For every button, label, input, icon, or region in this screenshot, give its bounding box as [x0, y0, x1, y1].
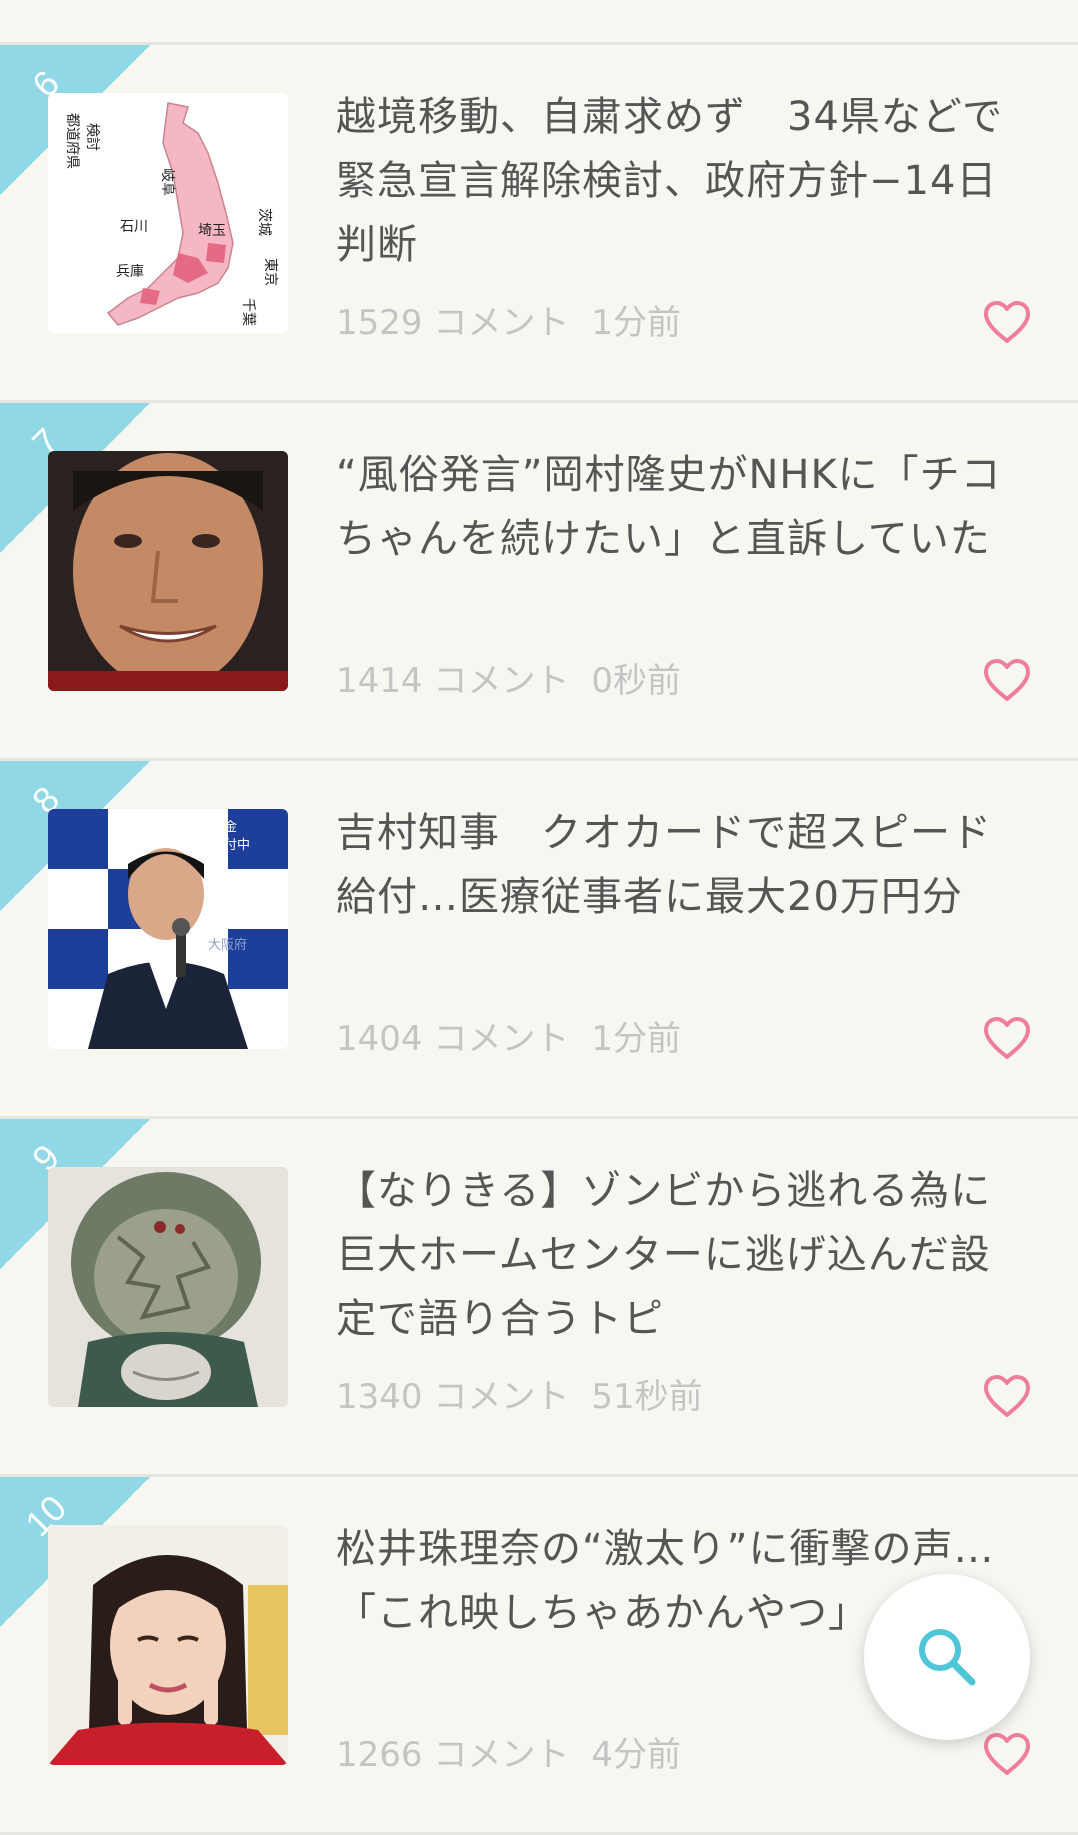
topic-thumbnail[interactable] [48, 451, 288, 691]
favorite-button[interactable] [982, 1731, 1032, 1777]
map-label: 茨城 [256, 208, 272, 236]
topic-thumbnail[interactable]: 検討 都道府県 岐阜 石川 埼玉 茨城 東京 兵庫 千葉 [48, 93, 288, 333]
comment-count: 1414 コメント [336, 661, 570, 701]
backdrop-text: 護受付中 [198, 837, 250, 853]
map-label: 岐阜 [159, 168, 176, 196]
comment-count: 1340 コメント [336, 1377, 570, 1417]
topic-meta: 1404 コメント 1分前 [336, 1011, 681, 1060]
favorite-button[interactable] [982, 299, 1032, 345]
topic-meta: 1414 コメント 0秒前 [336, 653, 681, 702]
topic-title[interactable]: 【なりきる】ゾンビから逃れる為に巨大ホームセンターに逃げ込んだ設定で語り合うトピ [336, 1159, 1016, 1351]
map-label: 東京 [262, 258, 278, 286]
favorite-button[interactable] [982, 657, 1032, 703]
topic-item[interactable]: 9 【なりきる】ゾンビから逃れる為に巨大ホームセンターに逃げ込んだ設定で語り合う… [0, 1119, 1078, 1477]
topic-meta: 1340 コメント 51秒前 [336, 1369, 703, 1418]
person-photo [48, 1525, 288, 1765]
search-button[interactable] [864, 1574, 1030, 1740]
backdrop-text: 大阪府 [208, 938, 247, 953]
topic-meta: 1529 コメント 1分前 [336, 295, 681, 344]
search-icon [919, 1629, 976, 1686]
favorite-button[interactable] [982, 1373, 1032, 1419]
posted-time: 51秒前 [591, 1377, 703, 1417]
person-photo [48, 451, 288, 691]
topic-meta: 1266 コメント 4分前 [336, 1727, 681, 1776]
heart-icon [984, 1375, 1030, 1417]
heart-icon [984, 1017, 1030, 1059]
topic-item[interactable]: 8 支援金 護受付中 大阪府 吉村知事 クオカードで超スピード給付…医療従事者に [0, 761, 1078, 1119]
comment-count: 1266 コメント [336, 1735, 570, 1775]
topic-thumbnail[interactable]: 支援金 護受付中 大阪府 [48, 809, 288, 1049]
topic-list: 6 検討 都道府県 岐阜 石川 埼玉 茨城 東京 兵庫 千葉 越境移動、自粛求め… [0, 45, 1078, 1835]
map-label: 千葉 [240, 298, 256, 326]
japan-map-image: 検討 都道府県 岐阜 石川 埼玉 茨城 東京 兵庫 千葉 [48, 93, 288, 333]
topic-thumbnail[interactable] [48, 1525, 288, 1765]
posted-time: 1分前 [591, 303, 681, 343]
favorite-button[interactable] [982, 1015, 1032, 1061]
heart-icon [984, 659, 1030, 701]
comment-count: 1404 コメント [336, 1019, 570, 1059]
topic-title[interactable]: 越境移動、自粛求めず 34県などで緊急宣言解除検討、政府方針−14日判断 [336, 85, 1016, 277]
topic-title[interactable]: “風俗発言”岡村隆史がNHKに「チコちゃんを続けたい」と直訴していた [336, 443, 1016, 571]
press-conference-photo: 支援金 護受付中 大阪府 [48, 809, 288, 1049]
topic-title[interactable]: 吉村知事 クオカードで超スピード給付…医療従事者に最大20万円分 [336, 801, 1016, 929]
map-label: 検討 [84, 123, 100, 151]
comment-count: 1529 コメント [336, 303, 570, 343]
posted-time: 4分前 [591, 1735, 681, 1775]
map-label: 都道府県 [64, 113, 80, 169]
backdrop-text: 支援金 [198, 819, 237, 835]
topic-item[interactable]: 7 “風俗発言”岡村隆史がNHKに「チコちゃんを続けたい」と直訴していた 141… [0, 403, 1078, 761]
posted-time: 0秒前 [591, 661, 681, 701]
posted-time: 1分前 [591, 1019, 681, 1059]
map-label: 石川 [120, 219, 148, 235]
topic-thumbnail[interactable] [48, 1167, 288, 1407]
heart-icon [984, 1733, 1030, 1775]
map-label: 兵庫 [116, 263, 144, 280]
map-label: 埼玉 [198, 223, 226, 239]
heart-icon [984, 301, 1030, 343]
plush-toy-photo [48, 1167, 288, 1407]
top-strip [0, 0, 1078, 45]
topic-item[interactable]: 6 検討 都道府県 岐阜 石川 埼玉 茨城 東京 兵庫 千葉 越境移動、自粛求め… [0, 45, 1078, 403]
